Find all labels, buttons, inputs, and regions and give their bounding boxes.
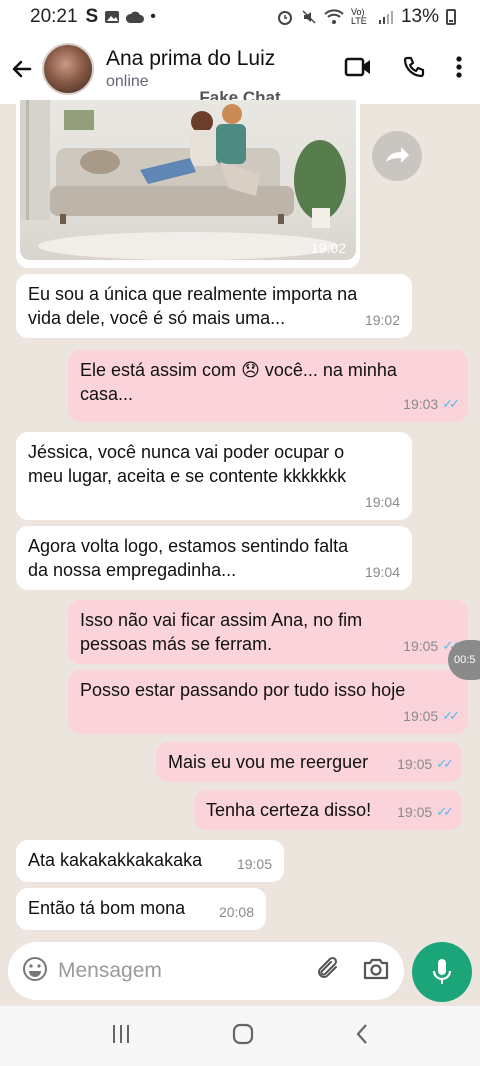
notification-icons: S • [86, 6, 156, 28]
battery-icon [446, 9, 456, 25]
back-arrow-icon [12, 60, 32, 78]
outgoing-message[interactable]: Ele está assim com 😞 você... na minha ca… [68, 350, 468, 422]
message-time: 19:05 ✓✓ [403, 704, 460, 728]
message-time: 19:05 ✓✓ [397, 800, 454, 824]
outgoing-message[interactable]: Posso estar passando por tudo isso hoje … [68, 670, 468, 734]
message-text: Tenha certeza disso! [206, 800, 372, 820]
wifi-icon [324, 9, 344, 24]
message-time: 19:02 [364, 312, 400, 328]
contact-name: Ana prima do Luiz [106, 47, 276, 70]
video-call-button[interactable] [344, 57, 372, 82]
image-thumbnail[interactable]: 19:02 [20, 100, 356, 260]
message-text: Posso estar passando por tudo isso hoje [80, 680, 406, 700]
incoming-message[interactable]: Jéssica, você nunca vai poder ocupar o m… [16, 432, 412, 520]
dot-icon: • [150, 8, 156, 25]
forward-button[interactable] [372, 131, 422, 181]
phone-icon [403, 56, 425, 77]
message-time: 19:04 [364, 564, 400, 580]
message-time: 19:03 ✓✓ [403, 392, 460, 416]
outgoing-message[interactable]: Isso não vai ficar assim Ana, no fim pes… [68, 600, 468, 664]
s-app-icon: S [85, 6, 99, 27]
message-input[interactable]: Mensagem [58, 959, 162, 983]
recent-apps-button[interactable] [110, 1023, 132, 1050]
sad-face-emoji: 😞 [241, 360, 260, 380]
input-actions [316, 956, 390, 987]
home-icon [232, 1023, 254, 1044]
cloud-icon [126, 11, 145, 23]
message-time: 19:05 ✓✓ [397, 752, 454, 776]
message-text: Mais eu vou me reerguer [168, 752, 369, 772]
message-time: 19:02 [310, 240, 346, 256]
home-button[interactable] [231, 1022, 255, 1051]
attach-icon [318, 956, 338, 978]
message-text: Então tá bom mona [28, 898, 186, 918]
incoming-message[interactable]: Eu sou a única que realmente importa na … [16, 274, 412, 338]
message-time: 19:05 [236, 856, 272, 872]
system-navigation-bar [0, 1006, 480, 1066]
more-options-button[interactable] [456, 55, 462, 83]
message-input-container[interactable]: Mensagem [8, 942, 404, 1000]
input-bar: Mensagem [0, 942, 480, 1004]
system-icons: Vo) LTE 13% [276, 6, 456, 28]
video-call-icon [344, 57, 370, 76]
gallery-icon [105, 11, 120, 23]
attach-button[interactable] [316, 956, 342, 987]
incoming-message[interactable]: Então tá bom mona 20:08 [16, 888, 266, 930]
status-time: 20:21 [30, 6, 78, 27]
message-time: 20:08 [218, 904, 254, 920]
recording-timer: 00:5 [448, 640, 480, 680]
message-text: Agora volta logo, estamos sentindo falta… [28, 536, 349, 580]
emoji-button[interactable] [22, 956, 48, 987]
read-ticks-icon: ✓✓ [442, 396, 460, 411]
forward-icon [386, 147, 409, 163]
voice-call-button[interactable] [402, 55, 426, 84]
mic-icon [432, 959, 452, 984]
mic-button[interactable] [412, 942, 472, 1002]
incoming-message[interactable]: Ata kakakakkakakaka 19:05 [16, 840, 284, 882]
network-label: Vo) LTE [350, 7, 367, 26]
message-time: 19:04 [364, 494, 400, 510]
message-text: Jéssica, você nunca vai poder ocupar o m… [28, 442, 347, 486]
alarm-icon [277, 11, 292, 25]
camera-button[interactable] [362, 957, 390, 986]
read-ticks-icon: ✓✓ [436, 804, 454, 819]
system-back-button[interactable] [354, 1022, 370, 1051]
chat-area[interactable]: 19:02 Eu sou a única que realmente impor… [0, 100, 480, 942]
chevron-left-icon [356, 1023, 368, 1044]
battery-percent: 13% [400, 6, 439, 27]
outgoing-message[interactable]: Tenha certeza disso! 19:05 ✓✓ [194, 790, 462, 830]
camera-icon [363, 958, 389, 979]
mute-icon [302, 10, 316, 24]
incoming-message[interactable]: Agora volta logo, estamos sentindo falta… [16, 526, 412, 590]
couple-on-sofa-illustration [20, 100, 346, 260]
message-text: Ata kakakakkakakaka [28, 850, 203, 870]
recent-apps-icon [112, 1024, 129, 1043]
status-bar: 20:21 S • Vo) LTE 13% [0, 0, 480, 34]
message-text: Ele está assim com 😞 você... na minha ca… [80, 360, 397, 404]
emoji-icon [23, 956, 47, 981]
read-ticks-icon: ✓✓ [442, 708, 460, 723]
outgoing-message[interactable]: Mais eu vou me reerguer 19:05 ✓✓ [156, 742, 462, 782]
message-text: Eu sou a única que realmente importa na … [28, 284, 358, 328]
read-ticks-icon: ✓✓ [436, 756, 454, 771]
message-text: Isso não vai ficar assim Ana, no fim pes… [80, 610, 363, 654]
more-vert-icon [456, 55, 462, 78]
image-message[interactable]: 19:02 [16, 100, 360, 268]
contact-info[interactable]: Ana prima do Luiz online [106, 47, 275, 91]
header-actions [344, 55, 480, 84]
signal-icon [378, 11, 393, 24]
